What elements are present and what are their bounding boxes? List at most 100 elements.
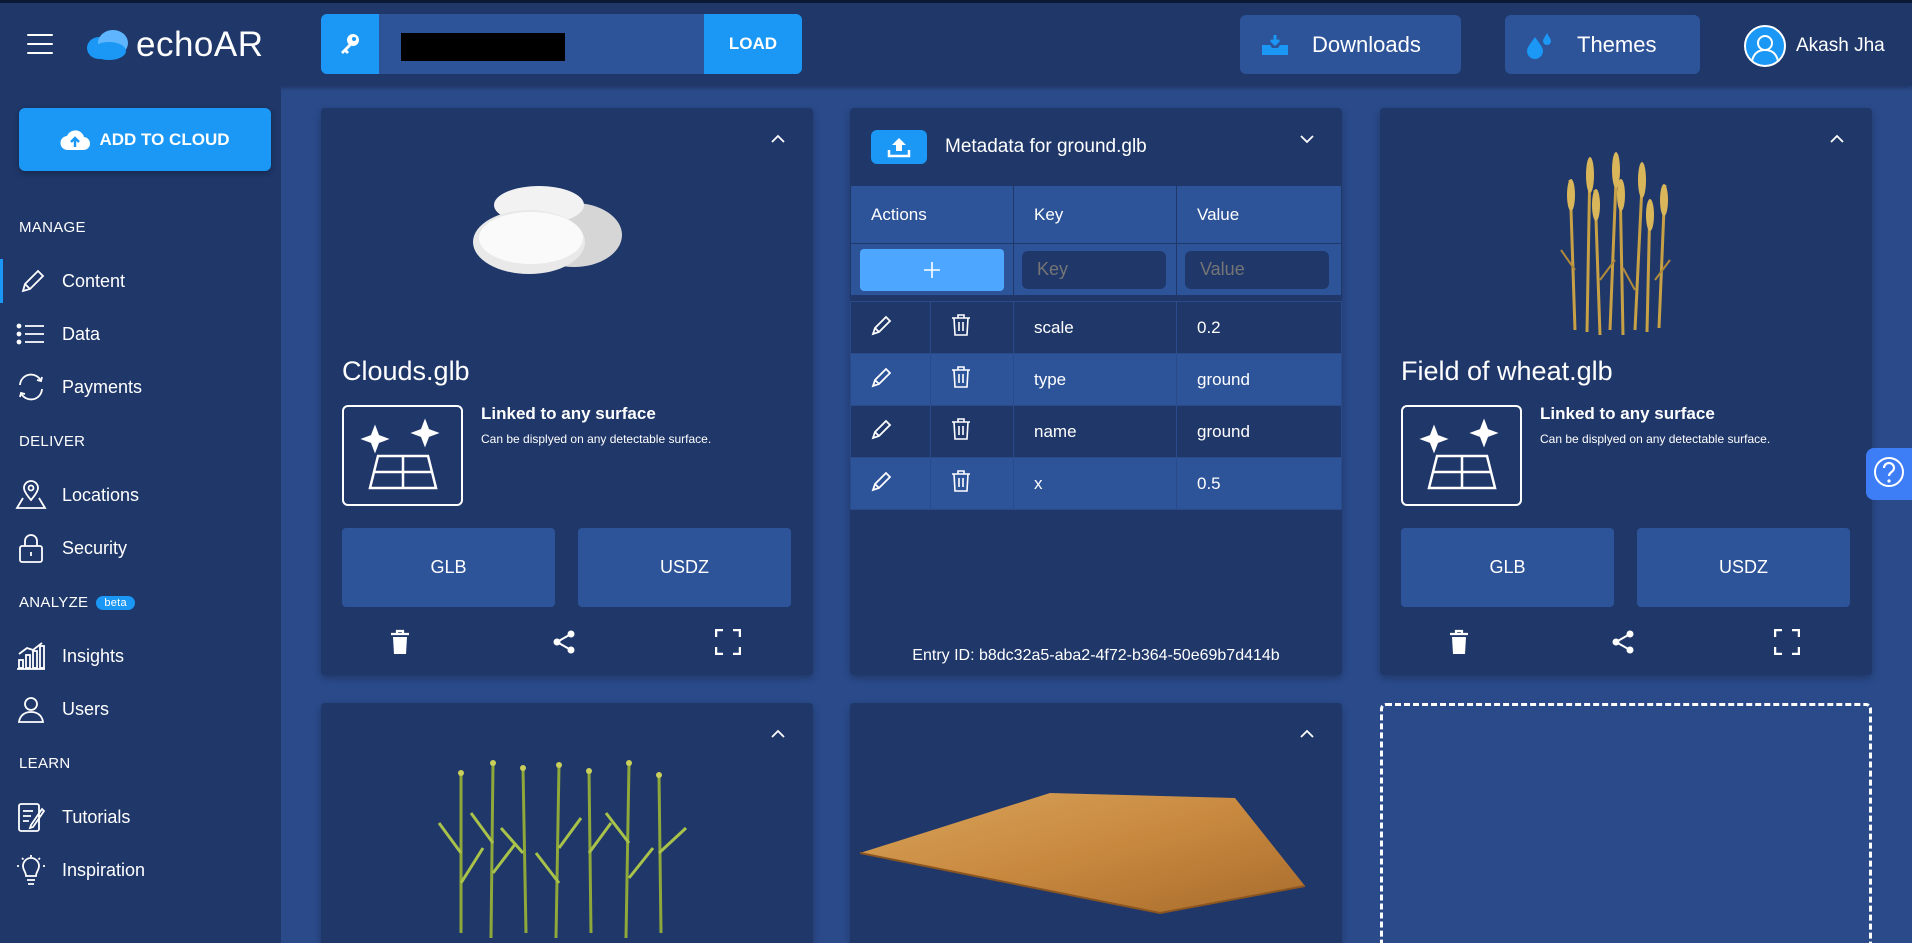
bar-chart-icon: [0, 642, 62, 670]
themes-label: Themes: [1577, 31, 1657, 57]
refresh-icon: [0, 372, 62, 402]
key-button[interactable]: [321, 14, 379, 74]
chevron-up-icon[interactable]: [771, 134, 785, 144]
echoar-cloud-logo-icon: [87, 30, 128, 60]
asset-card-corn: [321, 703, 813, 943]
sidebar-item-locations[interactable]: Locations: [0, 473, 281, 517]
edit-icon[interactable]: [871, 366, 893, 388]
sidebar-item-content[interactable]: Content: [0, 259, 281, 303]
section-deliver: DELIVER: [19, 433, 86, 450]
asset-title: Field of wheat.glb: [1401, 356, 1613, 386]
plus-icon: [924, 261, 940, 278]
logo[interactable]: echoAR: [84, 25, 264, 65]
edit-icon[interactable]: [871, 418, 893, 440]
chevron-up-icon[interactable]: [771, 729, 785, 739]
asset-title: Clouds.glb: [342, 356, 470, 386]
sidebar-item-data[interactable]: Data: [0, 312, 281, 356]
chevron-down-icon[interactable]: [1300, 134, 1314, 144]
column-header-value: Value: [1176, 185, 1342, 244]
map-pin-icon: [0, 480, 62, 510]
row-value: ground: [1176, 405, 1342, 458]
wheat-model-preview[interactable]: [1555, 140, 1675, 340]
surface-link-icon: [1401, 405, 1522, 506]
metadata-header: Metadata for ground.glb: [871, 130, 1147, 164]
edit-icon[interactable]: [871, 470, 893, 492]
add-to-cloud-button[interactable]: ADD TO CLOUD: [19, 108, 271, 171]
fullscreen-icon[interactable]: [715, 629, 741, 655]
sidebar-item-label: Tutorials: [62, 806, 131, 827]
trash-icon[interactable]: [951, 418, 971, 440]
load-button[interactable]: LOAD: [704, 14, 802, 74]
column-header-actions: Actions: [850, 185, 1014, 244]
add-entry-button[interactable]: [860, 248, 1004, 291]
cloud-upload-icon: [60, 129, 91, 150]
trash-icon[interactable]: [951, 470, 971, 492]
user-menu[interactable]: Akash Jha: [1744, 25, 1885, 67]
trash-icon[interactable]: [389, 629, 411, 655]
sidebar-item-users[interactable]: Users: [0, 687, 281, 731]
surface-description: Can be displyed on any detectable surfac…: [1540, 432, 1771, 446]
trash-icon[interactable]: [951, 366, 971, 388]
metadata-card: Metadata for ground.glb Actions Key Valu…: [850, 108, 1342, 675]
share-icon[interactable]: [1610, 629, 1636, 655]
trash-icon[interactable]: [1448, 629, 1470, 655]
sidebar: ADD TO CLOUD MANAGE Content Data Payment…: [0, 86, 281, 943]
table-row: scale 0.2: [850, 301, 1342, 354]
asset-card-ground: [850, 703, 1342, 943]
surface-link-icon: [342, 405, 463, 506]
metadata-title: Metadata for ground.glb: [945, 136, 1147, 157]
new-value-input[interactable]: [1185, 250, 1329, 289]
api-key-box: LOAD: [321, 14, 802, 74]
sidebar-item-insights[interactable]: Insights: [0, 634, 281, 678]
paint-drops-icon: [1525, 31, 1555, 59]
chevron-up-icon[interactable]: [1830, 134, 1844, 144]
clouds-model-preview[interactable]: [469, 180, 639, 290]
sidebar-item-inspiration[interactable]: Inspiration: [0, 848, 281, 892]
usdz-button[interactable]: USDZ: [578, 528, 791, 607]
fullscreen-icon[interactable]: [1774, 629, 1800, 655]
surface-title: Linked to any surface: [1540, 404, 1715, 423]
logo-text: echoAR: [136, 25, 264, 64]
asset-card-wheat: Field of wheat.glb Linked to any surface…: [1380, 108, 1872, 675]
edit-icon[interactable]: [871, 314, 893, 336]
upload-button[interactable]: [871, 130, 927, 164]
menu-icon[interactable]: [27, 34, 53, 56]
section-manage: MANAGE: [19, 219, 86, 236]
ground-model-preview[interactable]: [860, 788, 1320, 918]
downloads-button[interactable]: Downloads: [1240, 15, 1461, 74]
user-icon: [0, 695, 62, 723]
corn-model-preview[interactable]: [431, 753, 701, 943]
surface-title: Linked to any surface: [481, 404, 656, 423]
sidebar-item-label: Insights: [62, 645, 125, 666]
add-asset-dropzone[interactable]: [1380, 703, 1872, 943]
themes-button[interactable]: Themes: [1505, 15, 1700, 74]
avatar-icon: [1744, 25, 1786, 67]
help-button[interactable]: [1866, 448, 1912, 500]
glb-button[interactable]: GLB: [1401, 528, 1614, 607]
sidebar-item-payments[interactable]: Payments: [0, 365, 281, 409]
beta-badge: beta: [96, 596, 135, 611]
new-key-input[interactable]: [1022, 250, 1166, 289]
glb-button[interactable]: GLB: [342, 528, 555, 607]
api-key-input[interactable]: [401, 33, 565, 61]
lightbulb-icon: [0, 854, 62, 886]
chevron-up-icon[interactable]: [1300, 729, 1314, 739]
section-analyze: ANALYZE beta: [19, 594, 135, 611]
row-value: 0.5: [1176, 457, 1342, 510]
list-icon: [0, 322, 62, 346]
table-row: x 0.5: [850, 457, 1342, 510]
sidebar-item-label: Data: [62, 323, 101, 344]
sidebar-item-label: Content: [62, 270, 126, 291]
trash-icon[interactable]: [951, 314, 971, 336]
sidebar-item-tutorials[interactable]: Tutorials: [0, 795, 281, 839]
download-icon: [1260, 33, 1290, 57]
share-icon[interactable]: [551, 629, 577, 655]
help-icon: [1874, 457, 1904, 487]
notebook-icon: [0, 801, 62, 833]
usdz-button[interactable]: USDZ: [1637, 528, 1850, 607]
add-to-cloud-label: ADD TO CLOUD: [99, 129, 230, 149]
sidebar-item-security[interactable]: Security: [0, 526, 281, 570]
sidebar-item-label: Payments: [62, 376, 143, 397]
entry-id: Entry ID: b8dc32a5-aba2-4f72-b364-50e69b…: [912, 647, 1280, 664]
downloads-label: Downloads: [1312, 31, 1421, 57]
